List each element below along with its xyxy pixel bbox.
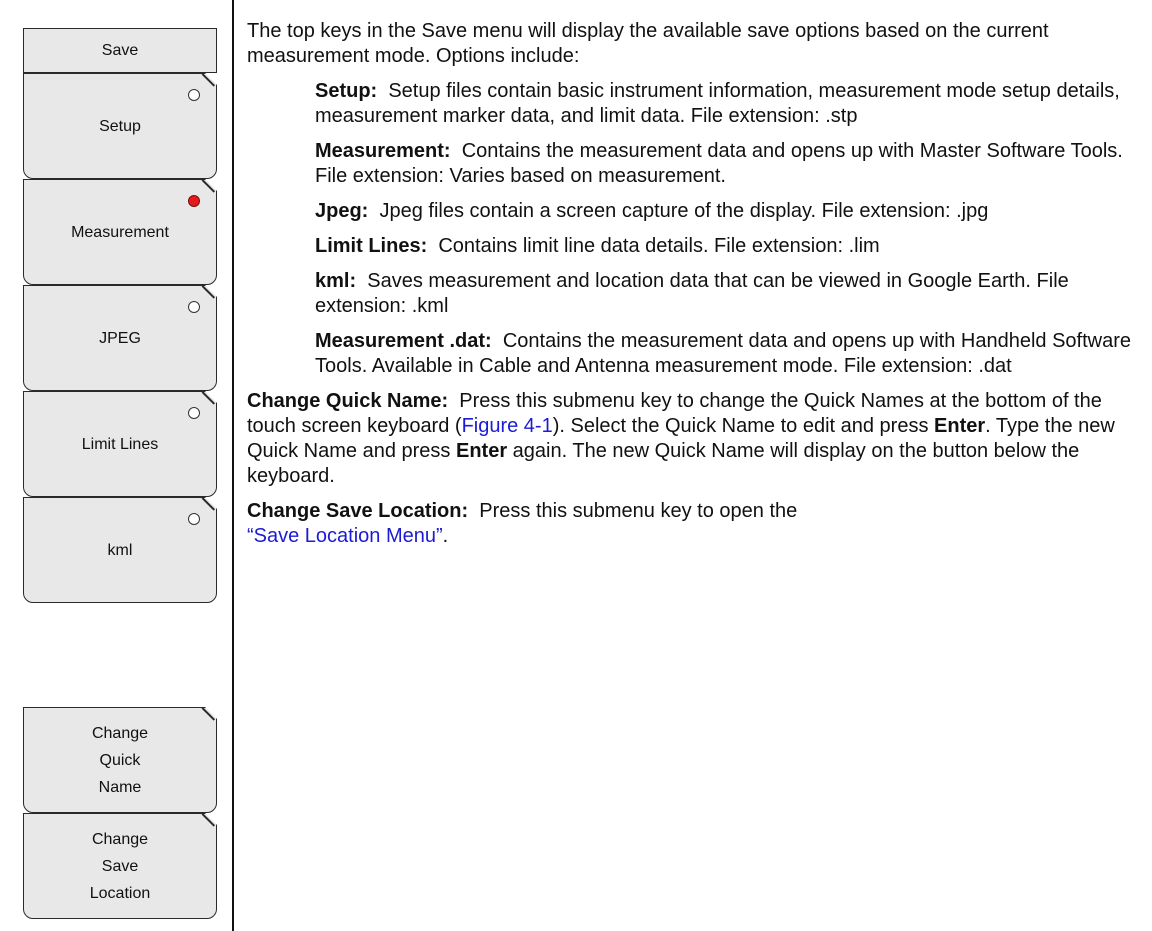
option-setup: Setup: Setup files contain basic instrum…: [315, 80, 1120, 127]
measurement-radio-indicator: [188, 195, 200, 207]
option-measurement: Measurement: Contains the measurement da…: [315, 140, 1123, 187]
menu-title-label: Save: [101, 42, 139, 59]
save-location-menu-link[interactable]: “Save Location Menu”: [247, 525, 443, 547]
jpeg-radio-indicator: [188, 301, 200, 313]
option-measurement-dat: Measurement .dat: Contains the measureme…: [315, 330, 1132, 377]
change-quick-name-key[interactable]: Change Quick Name: [23, 707, 217, 813]
limit-lines-key-label: Limit Lines: [81, 435, 159, 453]
option-kml: kml: Saves measurement and location data…: [315, 270, 1069, 317]
option-jpeg: Jpeg: Jpeg files contain a screen captur…: [315, 200, 989, 222]
change-quick-name-paragraph: Change Quick Name: Press this submenu ke…: [247, 390, 1115, 487]
change-save-location-label: Change Save Location: [89, 830, 151, 902]
setup-key-label: Setup: [99, 117, 141, 135]
limit-lines-radio-indicator: [188, 407, 200, 419]
change-save-location-paragraph: Change Save Location: Press this submenu…: [247, 500, 798, 547]
intro-paragraph: The top keys in the Save menu will displ…: [247, 20, 1049, 67]
menu-title: Save: [23, 28, 217, 73]
option-limit-lines: Limit Lines: Contains limit line data de…: [315, 235, 880, 257]
column-divider: [232, 0, 234, 931]
change-quick-name-label: Change Quick Name: [91, 724, 149, 796]
jpeg-key[interactable]: JPEG: [23, 285, 217, 391]
change-save-location-key[interactable]: Change Save Location: [23, 813, 217, 919]
save-menu: Save Setup Measurement JPEG Limit Lines …: [0, 0, 232, 931]
kml-key-label: kml: [107, 541, 133, 559]
kml-key[interactable]: kml: [23, 497, 217, 603]
measurement-key-label: Measurement: [71, 223, 169, 241]
kml-radio-indicator: [188, 513, 200, 525]
setup-radio-indicator: [188, 89, 200, 101]
jpeg-key-label: JPEG: [99, 329, 141, 347]
description-text: The top keys in the Save menu will displ…: [247, 19, 1147, 559]
limit-lines-key[interactable]: Limit Lines: [23, 391, 217, 497]
measurement-key[interactable]: Measurement: [23, 179, 217, 285]
figure-4-1-link[interactable]: Figure 4-1: [462, 415, 553, 437]
setup-key[interactable]: Setup: [23, 73, 217, 179]
